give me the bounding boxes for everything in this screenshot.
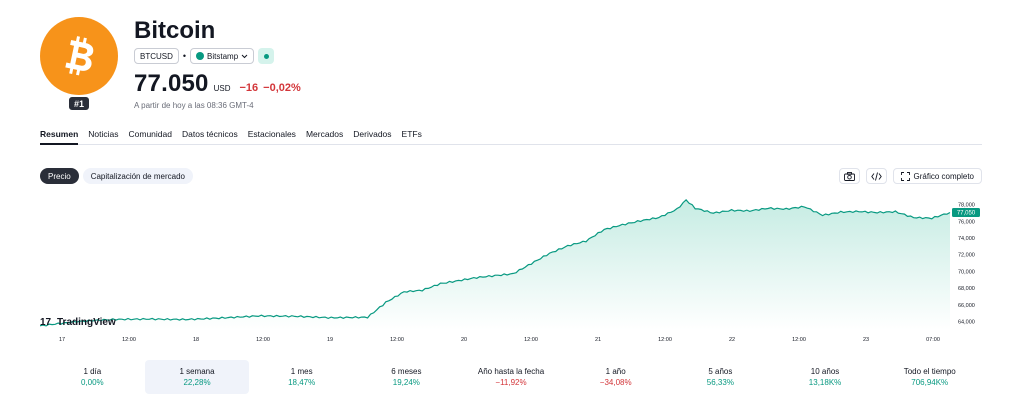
x-axis: 17 12:00 18 12:00 19 12:00 20 12:00 21 12:00 22 12:… — [59, 337, 940, 343]
x-tick-label: 07:00 — [926, 337, 940, 343]
tv-logo-text: TradingView — [57, 317, 116, 328]
x-tick-label: 18 — [193, 337, 199, 343]
period-label: Año hasta la fecha — [477, 367, 545, 376]
period-label: 5 años — [708, 367, 733, 376]
period-1[interactable]: 1 semana 22,28% — [144, 360, 250, 394]
separator-dot: • — [182, 51, 187, 61]
x-tick-label: 12:00 — [792, 337, 806, 343]
x-tick-label: 23 — [863, 337, 869, 343]
x-tick-label: 22 — [729, 337, 735, 343]
tab-noticias[interactable]: Noticias — [88, 129, 118, 145]
period-value: 706,94K% — [911, 378, 949, 387]
rank-badge: #1 — [68, 96, 90, 111]
exchange-label: Bitstamp — [207, 51, 239, 61]
tab-derivados[interactable]: Derivados — [353, 129, 391, 145]
currency-label: USD — [213, 84, 231, 93]
price-pill[interactable]: Precio — [40, 168, 79, 184]
x-tick-label: 17 — [59, 337, 65, 343]
full-chart-button[interactable]: Gráfico completo — [892, 168, 982, 184]
tab-comunidad[interactable]: Comunidad — [129, 129, 172, 145]
period-label: Todo el tiempo — [903, 367, 956, 376]
exchange-selector[interactable]: Bitstamp — [190, 48, 255, 64]
period-label: 1 mes — [290, 367, 313, 376]
period-7[interactable]: 10 años 13,18K% — [773, 360, 878, 394]
period-value: 18,47% — [288, 378, 316, 387]
code-icon — [870, 171, 882, 181]
period-label: 6 meses — [391, 367, 422, 376]
full-chart-label: Gráfico completo — [913, 171, 974, 181]
chart-toolbar: Gráfico completo — [838, 168, 982, 184]
y-tick-label: 66,000 — [958, 303, 975, 309]
tv-logo-mark: 17 — [40, 317, 52, 328]
chart-type-pills: Precio Capitalización de mercado — [40, 168, 193, 184]
x-tick-label: 19 — [327, 337, 333, 343]
period-value: −34,08% — [599, 378, 632, 387]
chevron-down-icon — [241, 54, 248, 58]
x-tick-label: 12:00 — [256, 337, 270, 343]
tab-estacionales[interactable]: Estacionales — [248, 129, 296, 145]
snapshot-button[interactable] — [838, 168, 860, 184]
period-2[interactable]: 1 mes 18,47% — [249, 360, 354, 394]
as-of-timestamp: A partir de hoy a las 08:36 GMT-4 — [134, 101, 254, 110]
price-area — [40, 199, 950, 330]
x-tick-label: 12:00 — [524, 337, 538, 343]
last-price-label: 77,050 — [957, 210, 976, 216]
tab-mercados[interactable]: Mercados — [306, 129, 343, 145]
x-tick-label: 12:00 — [658, 337, 672, 343]
y-tick-label: 64,000 — [958, 320, 975, 326]
market-cap-pill[interactable]: Capitalización de mercado — [82, 168, 193, 184]
symbol-meta: BTCUSD • Bitstamp — [134, 48, 275, 64]
period-value: 19,24% — [392, 378, 420, 387]
price-change-pct: −0,02% — [263, 82, 301, 94]
period-label: 1 semana — [179, 367, 215, 376]
tab-etfs[interactable]: ETFs — [402, 129, 422, 145]
period-value: 22,28% — [183, 378, 211, 387]
market-status-icon[interactable] — [258, 48, 275, 64]
y-tick-label: 68,000 — [958, 286, 975, 292]
y-axis: 78,000 76,000 74,000 72,000 70,000 68,000 66,0… — [958, 203, 975, 326]
coin-logo: #1 — [40, 17, 118, 113]
x-tick-label: 12:00 — [122, 337, 136, 343]
x-tick-label: 12:00 — [390, 337, 404, 343]
period-3[interactable]: 6 meses 19,24% — [354, 360, 459, 394]
x-tick-label: 20 — [461, 337, 467, 343]
period-5[interactable]: 1 año −34,08% — [563, 360, 668, 394]
symbol-label: BTCUSD — [140, 51, 173, 61]
price-change: −16 — [239, 82, 259, 94]
y-tick-label: 70,000 — [958, 269, 975, 275]
period-value: 0,00% — [80, 378, 104, 387]
period-value: 56,33% — [706, 378, 734, 387]
period-value: 13,18K% — [808, 378, 842, 387]
fullscreen-icon — [900, 171, 910, 181]
y-tick-label: 76,000 — [958, 219, 975, 225]
last-price: 77.050 — [134, 70, 209, 97]
section-tabs: Resumen Noticias Comunidad Datos técnico… — [40, 129, 982, 145]
bitcoin-icon — [40, 17, 118, 95]
embed-button[interactable] — [865, 168, 887, 184]
y-tick-label: 74,000 — [958, 236, 975, 242]
period-0[interactable]: 1 día 0,00% — [40, 360, 145, 394]
x-tick-label: 21 — [595, 337, 601, 343]
period-value: −11,92% — [495, 378, 527, 387]
y-tick-label: 78,000 — [958, 203, 975, 209]
y-tick-label: 72,000 — [958, 253, 975, 259]
period-6[interactable]: 5 años 56,33% — [668, 360, 773, 394]
price-row: 77.050 USD −16 −0,02% — [134, 70, 301, 98]
period-8[interactable]: Todo el tiempo 706,94K% — [877, 360, 982, 394]
period-label: 1 día — [83, 367, 102, 376]
price-chart[interactable]: 78,000 76,000 74,000 72,000 70,000 68,000 66,0… — [40, 190, 982, 345]
tab-resumen[interactable]: Resumen — [40, 129, 79, 145]
tab-datos-tecnicos[interactable]: Datos técnicos — [182, 129, 238, 145]
last-price-marker: 77,050 — [952, 207, 980, 217]
period-label: 10 años — [810, 367, 840, 376]
exchange-icon — [196, 52, 205, 60]
page-title: Bitcoin — [134, 17, 216, 44]
symbol-chip[interactable]: BTCUSD — [134, 48, 179, 64]
performance-periods: 1 día 0,00% 1 semana 22,28% 1 mes 18,47% 6 mes… — [40, 360, 982, 394]
period-4[interactable]: Año hasta la fecha −11,92% — [459, 360, 564, 394]
period-label: 1 año — [605, 367, 626, 376]
camera-icon — [843, 171, 855, 181]
